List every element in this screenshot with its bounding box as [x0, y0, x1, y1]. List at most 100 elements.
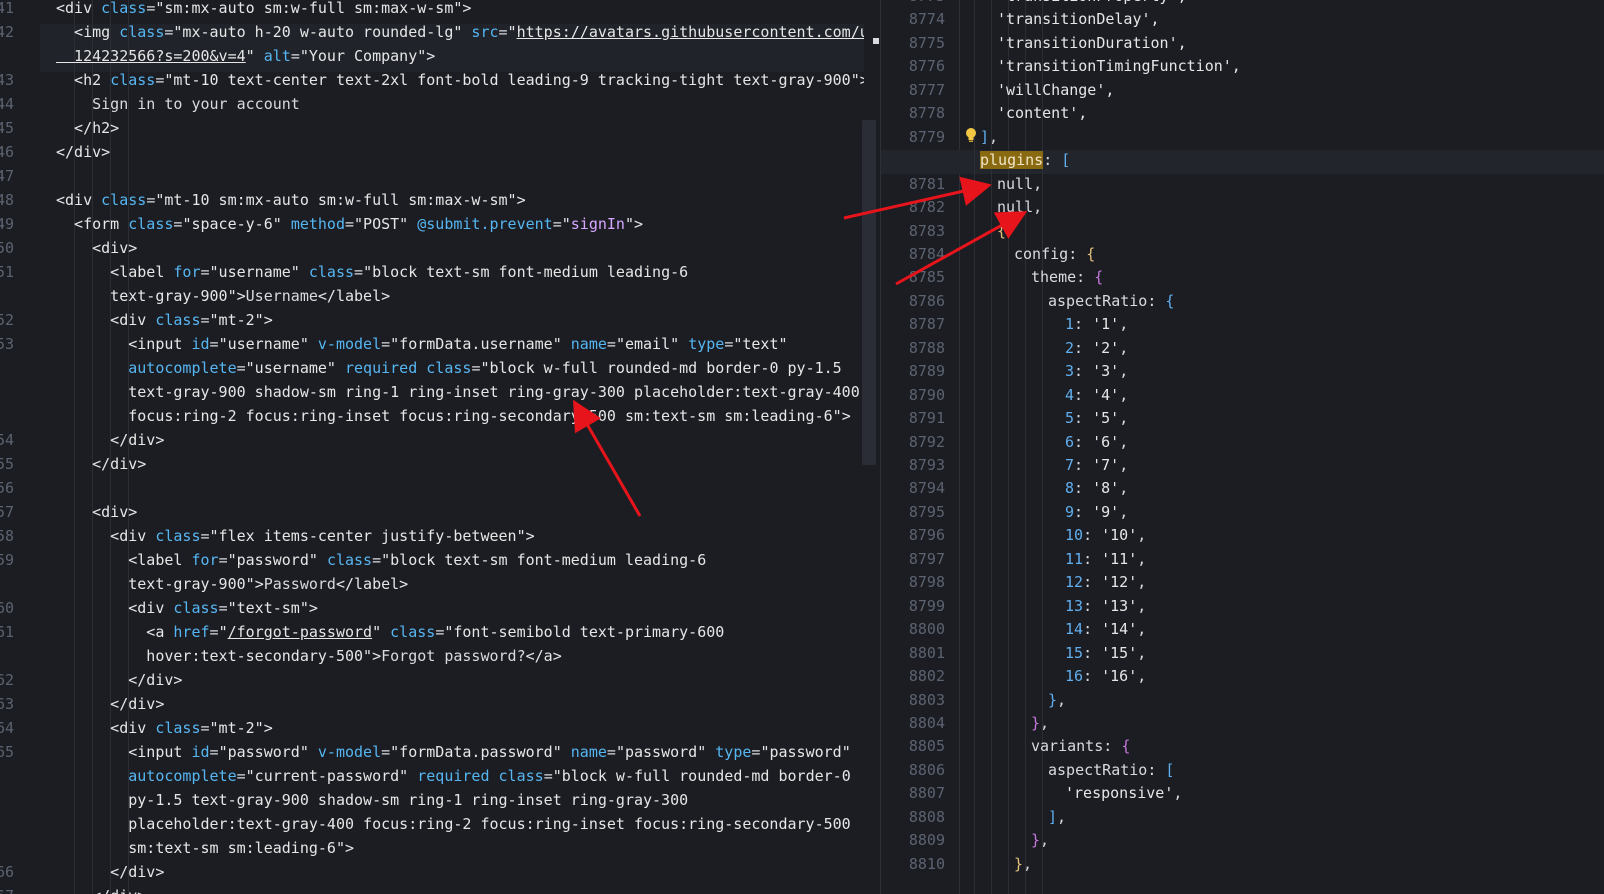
code-line[interactable]: <div class="mt-2">	[56, 716, 273, 740]
code-line[interactable]: 10: '10',	[1065, 523, 1146, 547]
right-editor-pane[interactable]: 8773877487758776877787788779878087818782…	[880, 0, 1604, 894]
code-line[interactable]: 8: '8',	[1065, 476, 1128, 500]
code-line[interactable]: 12: '12',	[1065, 570, 1146, 594]
left-editor-pane[interactable]: 41 42 43 44 45 46 47 48 49 50 51 52 53 54 55 56 57 58 59 60…	[0, 0, 880, 894]
code-line[interactable]: </div>	[56, 692, 164, 716]
code-token: :	[1074, 432, 1093, 451]
code-line[interactable]: theme: {	[1031, 265, 1103, 289]
code-token: <input	[56, 335, 192, 353]
code-line[interactable]: 7: '7',	[1065, 453, 1128, 477]
code-line[interactable]: <div class="mt-2">	[56, 308, 273, 332]
code-line[interactable]: },	[1031, 828, 1049, 852]
code-line[interactable]: </div>	[56, 884, 146, 894]
code-line[interactable]: 13: '13',	[1065, 594, 1146, 618]
left-code-area[interactable]: <div class="sm:mx-auto sm:w-full sm:max-…	[56, 0, 878, 894]
code-token: '5'	[1092, 409, 1120, 428]
code-token: "password"	[615, 743, 716, 761]
code-line[interactable]: hover:text-secondary-500">Forgot passwor…	[56, 644, 561, 668]
code-line[interactable]: <img class = "mx-auto h-20 w-auto rounded-…	[56, 20, 878, 44]
code-token: >	[841, 407, 851, 425]
left-scrollbar[interactable]	[862, 0, 878, 894]
code-token: "block w-full rounded-md border-0 py-1.5	[480, 359, 842, 377]
code-line[interactable]: </div>	[56, 428, 164, 452]
code-line[interactable]: 'responsive',	[1065, 781, 1182, 805]
code-line[interactable]: 'content',	[997, 101, 1087, 125]
code-line[interactable]: <form class="space-y-6" method="POST" @s…	[56, 212, 643, 236]
code-line[interactable]: text-gray-900">Username</label>	[56, 284, 390, 308]
code-line[interactable]: placeholder:text-gray-400 focus:ring-2 f…	[56, 812, 850, 836]
right-code-area[interactable]: 'transitionProperty', 'transitionDelay', '…	[974, 0, 1604, 894]
code-line[interactable]: sm:text-sm sm:leading-6">	[56, 836, 354, 860]
code-link[interactable]: /forgot-password	[228, 623, 373, 641]
code-line[interactable]: <label for="username" class="block text-…	[56, 260, 688, 284]
code-line[interactable]: focus:ring-2 focus:ring-inset focus:ring…	[56, 404, 851, 428]
code-line[interactable]: </div>	[56, 140, 110, 164]
code-line[interactable]: aspectRatio: [	[1048, 758, 1174, 782]
code-line[interactable]: },	[1031, 711, 1049, 735]
code-line[interactable]: plugins: [	[980, 148, 1070, 172]
code-line[interactable]: 6: '6',	[1065, 430, 1128, 454]
code-line[interactable]: aspectRatio: {	[1048, 289, 1174, 313]
line-number	[0, 284, 14, 308]
code-token: =	[290, 47, 300, 65]
code-line[interactable]: <h2 class="mt-10 text-center text-2xl fo…	[56, 68, 869, 92]
code-line[interactable]: ],	[980, 125, 998, 149]
code-line[interactable]: },	[1014, 852, 1032, 876]
code-line[interactable]: 16: '16',	[1065, 664, 1146, 688]
code-line[interactable]: config: {	[1014, 242, 1095, 266]
code-line[interactable]: {	[997, 219, 1006, 243]
code-line[interactable]: <a href="/forgot-password" class="font-s…	[56, 620, 724, 644]
left-scrollbar-thumb[interactable]	[862, 120, 876, 465]
code-line[interactable]: <div class="text-sm">	[56, 596, 318, 620]
line-number: 41	[0, 0, 14, 17]
code-line[interactable]: 11: '11',	[1065, 547, 1146, 571]
code-line[interactable]: 15: '15',	[1065, 641, 1146, 665]
code-line[interactable]: 5: '5',	[1065, 406, 1128, 430]
code-line[interactable]: },	[1048, 688, 1066, 712]
code-line[interactable]: <div>	[56, 500, 137, 524]
code-line[interactable]: 4: '4',	[1065, 383, 1128, 407]
code-line[interactable]: null,	[997, 195, 1042, 219]
code-token: "current-password"	[245, 767, 418, 785]
code-line[interactable]: <input id="password" v-model="formData.p…	[56, 740, 851, 764]
code-link[interactable]: 124232566?s=200&v=4	[56, 47, 246, 65]
code-line[interactable]: </h2>	[56, 116, 119, 140]
code-token: class	[390, 623, 436, 641]
code-line[interactable]: autocomplete="username" required class="…	[56, 356, 842, 380]
lightbulb-icon[interactable]	[965, 127, 977, 143]
code-line[interactable]: <label for="password" class="block text-…	[56, 548, 706, 572]
code-line[interactable]: <div class="flex items-center justify-be…	[56, 524, 534, 548]
code-line[interactable]: null,	[997, 172, 1042, 196]
code-line[interactable]: 'transitionDuration',	[997, 31, 1187, 55]
code-token: =	[218, 551, 228, 569]
code-line[interactable]: text-gray-900">Password</label>	[56, 572, 408, 596]
code-line[interactable]: 14: '14',	[1065, 617, 1146, 641]
code-line[interactable]: <div class="mt-10 sm:mx-auto sm:w-full s…	[56, 188, 526, 212]
code-link[interactable]: https://avatars.githubusercontent.com/u/	[517, 23, 878, 41]
code-line[interactable]: 'transitionDelay',	[997, 7, 1160, 31]
code-line[interactable]: </div>	[56, 860, 164, 884]
code-line[interactable]: <input id="username" v-model="formData.u…	[56, 332, 787, 356]
code-line[interactable]: </div>	[56, 452, 146, 476]
code-line[interactable]: text-gray-900 shadow-sm ring-1 ring-inse…	[56, 380, 860, 404]
code-line[interactable]: Sign in to your account	[56, 92, 300, 116]
code-token: ]	[980, 127, 990, 146]
code-line[interactable]: </div>	[56, 668, 182, 692]
code-line[interactable]: <div>	[56, 236, 137, 260]
code-line[interactable]: <div class="sm:mx-auto sm:w-full sm:max-…	[56, 0, 471, 20]
code-line[interactable]: 'willChange',	[997, 78, 1114, 102]
code-token: :	[1083, 596, 1102, 615]
code-line[interactable]: ],	[1048, 805, 1066, 829]
code-line[interactable]: 124232566?s=200&v=4" alt="Your Company">	[56, 44, 435, 68]
code-line[interactable]: 'transitionTimingFunction',	[997, 54, 1241, 78]
code-line[interactable]: py-1.5 text-gray-900 shadow-sm ring-1 ri…	[56, 788, 688, 812]
code-line[interactable]: variants: {	[1031, 734, 1130, 758]
code-line[interactable]: 1: '1',	[1065, 312, 1128, 336]
code-line[interactable]: autocomplete="current-password" required…	[56, 764, 851, 788]
code-line[interactable]: 2: '2',	[1065, 336, 1128, 360]
line-number: 50	[0, 239, 14, 257]
code-token: href	[173, 623, 210, 641]
code-token: =	[200, 719, 210, 737]
code-line[interactable]: 3: '3',	[1065, 359, 1128, 383]
code-line[interactable]: 9: '9',	[1065, 500, 1128, 524]
